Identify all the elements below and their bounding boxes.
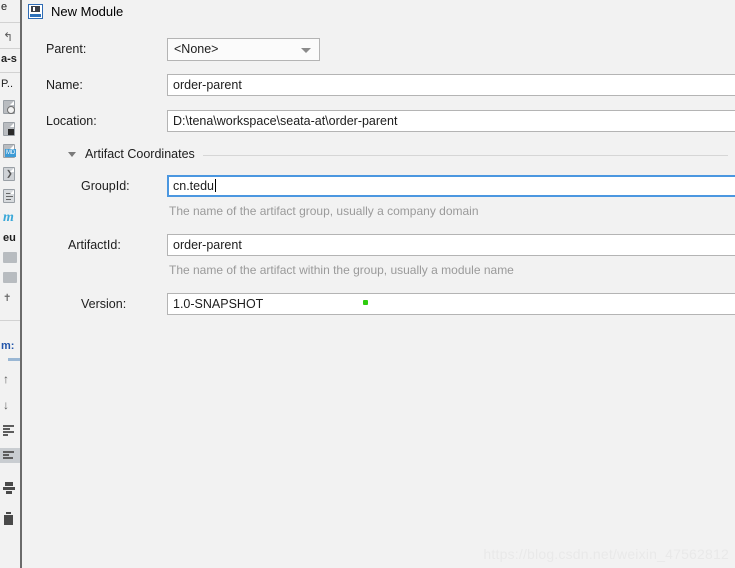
- chevron-down-icon: [301, 48, 311, 53]
- eu-label-icon[interactable]: eu: [3, 230, 18, 245]
- parent-select-value: <None>: [174, 42, 219, 56]
- file-markdown-icon[interactable]: MD: [3, 144, 18, 159]
- chevron-down-icon[interactable]: ✝: [3, 290, 18, 305]
- arrow-up-icon[interactable]: ↑: [3, 372, 18, 387]
- groupid-label: GroupId:: [81, 179, 130, 193]
- groupid-input[interactable]: cn.tedu: [167, 175, 735, 197]
- dialog-title: New Module: [51, 3, 124, 19]
- file-excluded-icon[interactable]: [3, 100, 18, 115]
- maven-m-icon[interactable]: m: [3, 210, 18, 225]
- strip-bottom-fragment: m:: [1, 340, 15, 352]
- folder-icon[interactable]: [3, 252, 18, 267]
- watermark-text: https://blog.csdn.net/weixin_47562812: [483, 546, 729, 562]
- strip-divider: [0, 320, 20, 321]
- folder-icon[interactable]: [3, 272, 18, 287]
- strip-text-fragment: P..: [1, 78, 14, 90]
- version-label: Version:: [81, 297, 127, 311]
- trash-icon[interactable]: [3, 512, 18, 527]
- strip-divider: [0, 72, 20, 73]
- list-lines-icon[interactable]: [3, 424, 18, 439]
- strip-text-fragment: e: [1, 1, 8, 13]
- version-input[interactable]: 1.0-SNAPSHOT: [167, 293, 735, 315]
- strip-text-fragment: a-s: [1, 53, 17, 65]
- strip-tab-indicator: [8, 358, 20, 361]
- text-caret: [215, 179, 217, 192]
- version-input-value: 1.0-SNAPSHOT: [173, 297, 264, 311]
- dialog-title-bar: New Module: [22, 0, 735, 22]
- artifactid-hint: The name of the artifact within the grou…: [169, 263, 514, 277]
- name-label: Name:: [46, 78, 83, 92]
- artifact-coordinates-label: Artifact Coordinates: [85, 147, 195, 161]
- artifactid-input[interactable]: order-parent: [167, 234, 735, 256]
- new-module-dialog: New Module Parent: <None> Name: order-pa…: [22, 0, 735, 568]
- groupid-hint: The name of the artifact group, usually …: [169, 204, 479, 218]
- location-label: Location:: [46, 114, 97, 128]
- file-shell-icon[interactable]: ❯: [3, 167, 18, 182]
- name-input[interactable]: order-parent: [167, 74, 735, 96]
- stack-icon[interactable]: [3, 482, 18, 497]
- location-input[interactable]: D:\tena\workspace\seata-at\order-parent: [167, 110, 735, 132]
- artifact-coordinates-section-header[interactable]: Artifact Coordinates: [68, 146, 728, 164]
- section-divider: [203, 155, 728, 156]
- parent-select[interactable]: <None>: [167, 38, 320, 61]
- artifactid-label: ArtifactId:: [68, 238, 121, 252]
- version-indicator-dot: [363, 300, 368, 305]
- list-selected-icon[interactable]: [3, 450, 18, 465]
- strip-divider: [0, 22, 20, 23]
- file-module-icon[interactable]: [3, 122, 18, 137]
- groupid-input-value: cn.tedu: [173, 179, 215, 193]
- module-icon: [28, 3, 43, 19]
- triangle-down-icon: [68, 152, 76, 157]
- undo-arrow-icon[interactable]: ↰: [3, 30, 18, 45]
- strip-divider: [0, 48, 20, 49]
- file-text-icon[interactable]: [3, 189, 18, 204]
- ide-left-strip: e ↰ a-s P.. MD ❯ m eu ✝ m: ↑ ↓: [0, 0, 22, 568]
- arrow-down-icon[interactable]: ↓: [3, 398, 18, 413]
- parent-label: Parent:: [46, 42, 87, 56]
